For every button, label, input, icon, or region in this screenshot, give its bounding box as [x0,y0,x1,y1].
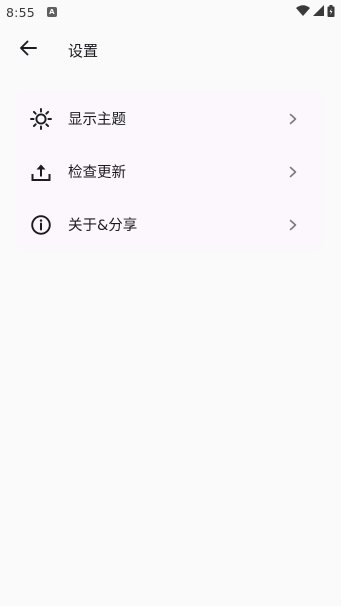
settings-screen: 8:55 A 设置 显示主题 检查更新 关于&分享 [0,0,341,606]
chevron-right-icon [287,166,299,178]
chevron-right-icon [287,219,299,231]
info-icon [30,214,52,236]
back-button[interactable] [4,26,52,74]
notification-badge: A [46,7,57,17]
battery-charging-icon [327,4,335,20]
cellular-signal-icon [313,5,324,19]
wifi-icon [296,5,310,19]
brightness-icon [30,107,52,130]
status-icons [296,4,335,20]
settings-card: 显示主题 检查更新 关于&分享 [15,90,325,252]
settings-item-about-share[interactable]: 关于&分享 [15,198,325,251]
settings-item-label: 检查更新 [68,165,126,181]
chevron-right-icon [287,113,299,125]
page-title: 设置 [68,41,99,60]
settings-item-check-update[interactable]: 检查更新 [15,145,325,198]
settings-item-label: 关于&分享 [68,218,138,234]
settings-item-display-theme[interactable]: 显示主题 [15,92,325,145]
arrow-back-icon [19,39,37,61]
settings-item-label: 显示主题 [68,112,126,128]
app-bar: 设置 [0,24,341,76]
status-time: 8:55 [6,4,35,20]
status-bar: 8:55 A [0,0,341,24]
upload-icon [30,161,52,183]
